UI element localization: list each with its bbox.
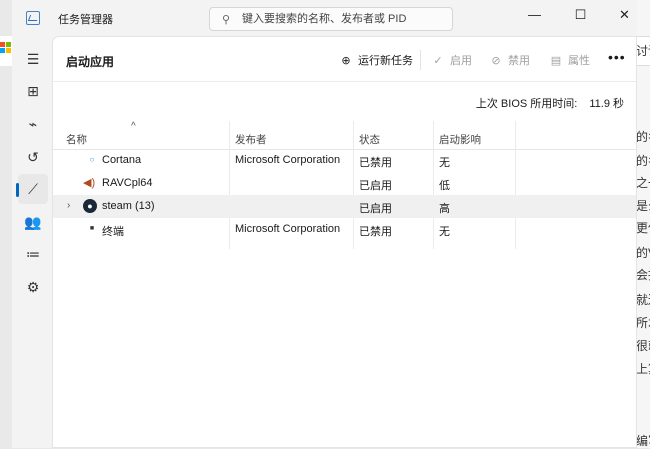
- disable-button[interactable]: ⊘ 禁用: [489, 52, 530, 68]
- window-title: 任务管理器: [58, 14, 113, 26]
- title-bar[interactable]: 任务管理器 ⚲ — ☐ ✕: [12, 0, 637, 36]
- table-row[interactable]: ○ Cortana Microsoft Corporation 已禁用 无: [53, 149, 636, 172]
- sidebar-item-performance[interactable]: ⌁: [18, 109, 48, 139]
- minimize-button[interactable]: —: [512, 0, 557, 30]
- app-name: steam (13): [102, 200, 155, 212]
- sidebar-item-services[interactable]: ⚙: [18, 272, 48, 302]
- table-row[interactable]: ■ 终端 Microsoft Corporation 已禁用 无: [53, 218, 636, 241]
- terminal-icon: ■: [89, 225, 95, 232]
- app-name: RAVCpl64: [102, 177, 153, 189]
- column-header-status[interactable]: 状态: [359, 132, 380, 147]
- properties-button[interactable]: ▤ 属性: [549, 52, 590, 68]
- toolbar-divider: [420, 50, 421, 70]
- sidebar-item-processes[interactable]: ⊞: [18, 76, 48, 106]
- app-name: Cortana: [102, 154, 142, 166]
- windows-logo-icon: [0, 42, 11, 53]
- panel-header: 启动应用 ⊕ 运行新任务 ✓ 启用 ⊘ 禁用 ▤ 属性 •••: [53, 37, 636, 82]
- sort-ascending-icon: ^: [131, 121, 136, 132]
- cortana-icon: ○: [89, 155, 95, 164]
- app-name: 终端: [102, 226, 124, 238]
- table-row[interactable]: › ● steam (13) 已启用 高: [53, 195, 636, 218]
- sidebar-item-app-history[interactable]: ↺: [18, 142, 48, 172]
- column-header-startup-impact[interactable]: 启动影响: [439, 132, 481, 147]
- page-title: 启动应用: [66, 55, 115, 69]
- bios-time-value: 11.9 秒: [589, 98, 624, 110]
- search-input[interactable]: [242, 11, 447, 27]
- startup-impact: 无: [439, 226, 450, 238]
- column-header-publisher[interactable]: 发布者: [235, 132, 267, 147]
- sidebar-item-users[interactable]: 👥: [18, 207, 48, 237]
- startup-impact: 低: [439, 180, 450, 192]
- bios-time: 上次 BIOS 所用时间: 11.9 秒: [476, 95, 624, 111]
- column-header-name[interactable]: 名称: [66, 132, 87, 147]
- search-icon: ⚲: [222, 14, 231, 26]
- startup-impact: 高: [439, 203, 450, 215]
- sidebar-item-details[interactable]: ≔: [18, 239, 48, 269]
- hamburger-menu-icon[interactable]: ☰: [18, 44, 48, 74]
- new-task-icon: ⊕: [341, 55, 351, 67]
- startup-impact: 无: [439, 157, 450, 169]
- run-new-task-button[interactable]: ⊕ 运行新任务: [339, 52, 413, 68]
- sidebar-item-startup-apps[interactable]: ⟋: [16, 174, 48, 204]
- table-row[interactable]: ◀) RAVCpl64 已启用 低: [53, 172, 636, 195]
- enable-button[interactable]: ✓ 启用: [431, 52, 472, 68]
- publisher: Microsoft Corporation: [235, 154, 341, 166]
- status: 已禁用: [359, 226, 392, 238]
- sidebar: ☰ ⊞ ⌁ ↺ ⟋ 👥 ≔ ⚙: [12, 36, 52, 448]
- status: 已启用: [359, 203, 392, 215]
- task-manager-app-icon: [26, 11, 40, 25]
- publisher: Microsoft Corporation: [235, 223, 341, 235]
- properties-icon: ▤: [550, 55, 562, 67]
- checkmark-icon: ✓: [433, 55, 443, 67]
- maximize-button[interactable]: ☐: [558, 0, 603, 30]
- task-manager-window: 任务管理器 ⚲ — ☐ ✕ ☰ ⊞ ⌁ ↺ ⟋ 👥 ≔ ⚙ 启动应用 ⊕运行新任…: [12, 0, 637, 448]
- chevron-right-icon[interactable]: ›: [67, 200, 70, 211]
- status: 已禁用: [359, 157, 392, 169]
- background-window-right: 讨论 的名 的名 之一 是么 更但 的V 会指 就送 所才 很就 上算 编写: [636, 0, 650, 448]
- status: 已启用: [359, 180, 392, 192]
- speaker-icon: ◀): [83, 177, 96, 189]
- startup-apps-panel: 启动应用 ⊕ 运行新任务 ✓ 启用 ⊘ 禁用 ▤ 属性 ••• 上次 BIOS 所用时间…: [52, 36, 637, 448]
- table-header: ^ 名称 发布者 状态 启动影响: [53, 121, 636, 150]
- steam-icon: ●: [83, 199, 97, 213]
- search-box[interactable]: ⚲: [209, 7, 453, 31]
- close-button[interactable]: ✕: [602, 0, 647, 30]
- bios-time-label: 上次 BIOS 所用时间:: [475, 98, 578, 110]
- disable-icon: ⊘: [491, 55, 501, 67]
- more-options-icon[interactable]: •••: [608, 49, 626, 65]
